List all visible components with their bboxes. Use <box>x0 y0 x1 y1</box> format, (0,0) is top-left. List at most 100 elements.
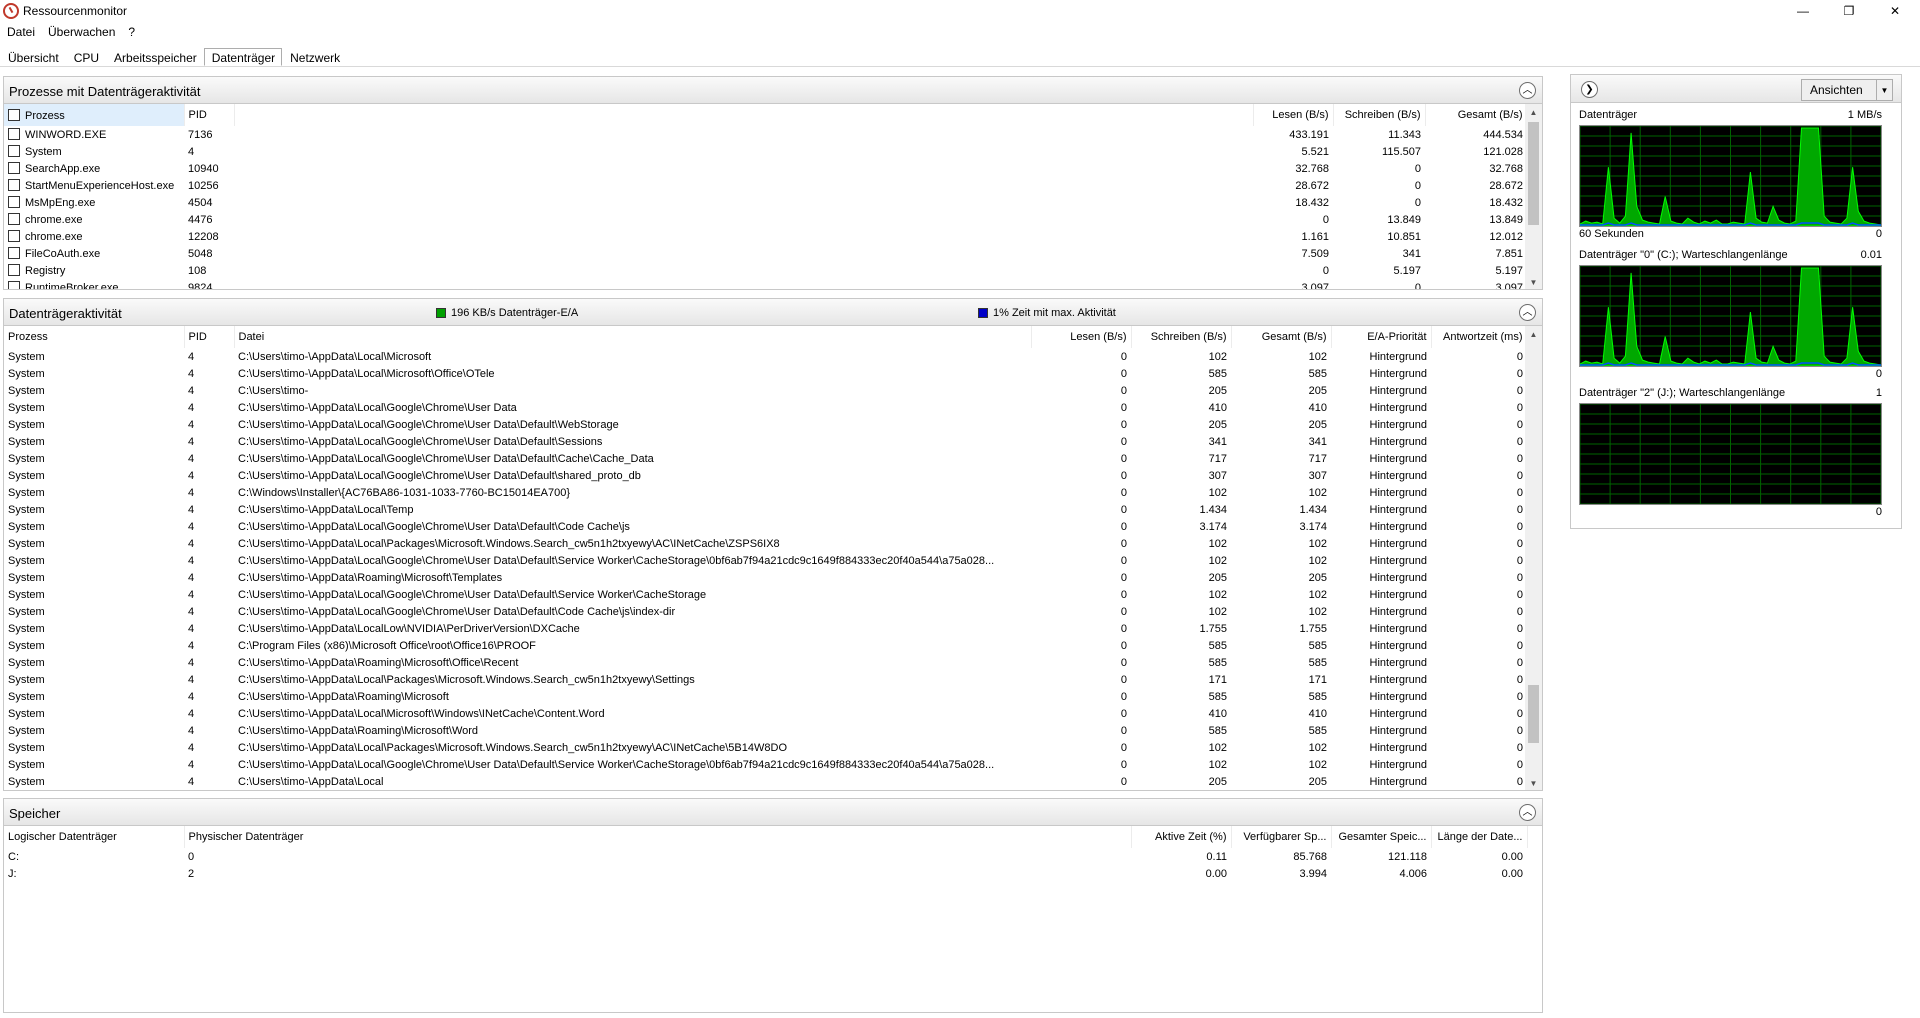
menu-datei[interactable]: Datei <box>0 23 41 41</box>
col-schreiben[interactable]: Schreiben (B/s) <box>1131 326 1232 348</box>
table-row[interactable]: System 4 C:\Users\timo-\AppData\Local\Micr… <box>4 705 1527 722</box>
table-row[interactable]: C: 0 0.11 85.768 121.118 0.00 <box>4 848 1527 865</box>
table-row[interactable]: WINWORD.EXE 7136 433.191 11.343 444.534 <box>4 126 1527 143</box>
table-row[interactable]: System 4 C:\Users\timo-\AppData\Roaming\Mi… <box>4 569 1527 586</box>
table-row[interactable]: System 4 C:\Users\timo-\AppData\Local\Goog… <box>4 552 1527 569</box>
scroll-up-icon[interactable]: ▲ <box>1525 104 1542 121</box>
process-checkbox[interactable] <box>8 281 20 289</box>
process-checkbox[interactable] <box>8 145 20 157</box>
cell: 4 <box>188 571 195 584</box>
table-row[interactable]: System 4 C:\Users\timo-\AppData\Local\Goog… <box>4 586 1527 603</box>
activity-header[interactable]: Datenträgeraktivität 196 KB/s Datenträge… <box>4 299 1542 326</box>
process-checkbox[interactable] <box>8 162 20 174</box>
table-row[interactable]: System 4 C:\Users\timo-\AppData\Local\Goog… <box>4 467 1527 484</box>
col-prozess[interactable]: Prozess <box>4 326 185 348</box>
col-laenge-warteschlange[interactable]: Länge der Date... <box>1431 826 1528 848</box>
minimize-button[interactable]: — <box>1780 0 1826 22</box>
chevron-right-icon[interactable]: ❯ <box>1581 81 1598 98</box>
table-row[interactable]: System 4 C:\Users\timo-\AppData\Local 0 205 2… <box>4 773 1527 790</box>
table-row[interactable]: System 4 C:\Users\timo-\AppData\Local\Micr… <box>4 348 1527 365</box>
scroll-thumb[interactable] <box>1528 122 1539 225</box>
collapse-storage-button[interactable]: ︿ <box>1519 804 1536 821</box>
cell: C:\Users\timo-\AppData\Local\Microsoft\W… <box>238 707 605 720</box>
table-row[interactable]: System 4 C:\Users\timo-\AppData\Local\Goog… <box>4 756 1527 773</box>
table-row[interactable]: System 4 C:\Users\timo-\AppData\Local\Goog… <box>4 433 1527 450</box>
table-row[interactable]: RuntimeBroker.exe 9824 3.097 0 3.097 <box>4 279 1527 289</box>
cell: 102 <box>1208 537 1227 550</box>
process-checkbox[interactable] <box>8 230 20 242</box>
col-physischer-datentraeger[interactable]: Physischer Datenträger <box>184 826 1132 848</box>
table-row[interactable]: chrome.exe 4476 0 13.849 13.849 <box>4 211 1527 228</box>
col-ea-prioritaet[interactable]: E/A-Priorität <box>1331 326 1432 348</box>
menu-ueberwachen[interactable]: Überwachen <box>41 23 121 41</box>
col-datei[interactable]: Datei <box>234 326 1032 348</box>
col-gesamt[interactable]: Gesamt (B/s) <box>1231 326 1332 348</box>
table-row[interactable]: System 4 C:\Users\timo-\AppData\Roaming\Mi… <box>4 722 1527 739</box>
process-checkbox[interactable] <box>8 247 20 259</box>
col-lesen[interactable]: Lesen (B/s) <box>1031 326 1132 348</box>
table-row[interactable]: chrome.exe 12208 1.161 10.851 12.012 <box>4 228 1527 245</box>
col-verfuegbarer-speicher[interactable]: Verfügbarer Sp... <box>1231 826 1332 848</box>
select-all-checkbox[interactable] <box>8 108 20 121</box>
table-row[interactable]: System 4 C:\Windows\Installer\{AC76BA86-10… <box>4 484 1527 501</box>
process-checkbox[interactable] <box>8 213 20 225</box>
tab-cpu[interactable]: CPU <box>66 48 106 66</box>
activity-scrollbar[interactable]: ▲ ▼ <box>1525 326 1542 790</box>
col-gesamt[interactable]: Gesamt (B/s) <box>1425 104 1528 126</box>
table-row[interactable]: System 4 C:\Users\timo-\AppData\Local\Temp… <box>4 501 1527 518</box>
collapse-activity-button[interactable]: ︿ <box>1519 304 1536 321</box>
table-row[interactable]: System 4 5.521 115.507 121.028 <box>4 143 1527 160</box>
scroll-down-icon[interactable]: ▼ <box>1525 775 1542 790</box>
tab-arbeitsspeicher[interactable]: Arbeitsspeicher <box>106 48 204 66</box>
storage-header[interactable]: Speicher ︿ <box>4 799 1542 826</box>
cell: 410 <box>1308 707 1327 720</box>
collapse-processes-button[interactable]: ︿ <box>1519 82 1536 99</box>
table-row[interactable]: System 4 C:\Users\timo-\AppData\Local\Goog… <box>4 399 1527 416</box>
processes-scrollbar[interactable]: ▲ ▼ <box>1525 104 1542 289</box>
col-prozess[interactable]: Prozess <box>4 104 185 126</box>
table-row[interactable]: SearchApp.exe 10940 32.768 0 32.768 <box>4 160 1527 177</box>
views-dropdown[interactable]: Ansichten ▼ <box>1801 79 1893 101</box>
process-checkbox[interactable] <box>8 196 20 208</box>
col-lesen[interactable]: Lesen (B/s) <box>1253 104 1334 126</box>
close-button[interactable]: ✕ <box>1872 0 1918 22</box>
col-pid[interactable]: PID <box>184 104 235 126</box>
table-row[interactable]: StartMenuExperienceHost.exe 10256 28.672 0 2… <box>4 177 1527 194</box>
process-checkbox[interactable] <box>8 264 20 276</box>
table-row[interactable]: System 4 C:\Users\timo- 0 205 205 Hintergrund 0 <box>4 382 1527 399</box>
tab-netzwerk[interactable]: Netzwerk <box>282 48 347 66</box>
table-row[interactable]: System 4 C:\Users\timo-\AppData\Local\Goog… <box>4 416 1527 433</box>
scroll-up-icon[interactable]: ▲ <box>1525 326 1542 343</box>
col-gesamter-speicher[interactable]: Gesamter Speic... <box>1331 826 1432 848</box>
chevron-down-icon[interactable]: ▼ <box>1876 80 1892 100</box>
table-row[interactable]: J: 2 0.00 3.994 4.006 0.00 <box>4 865 1527 882</box>
table-row[interactable]: System 4 C:\Users\timo-\AppData\Local\Goog… <box>4 518 1527 535</box>
scroll-down-icon[interactable]: ▼ <box>1525 274 1542 289</box>
table-row[interactable]: System 4 C:\Users\timo-\AppData\Local\Micr… <box>4 365 1527 382</box>
table-row[interactable]: Registry 108 0 5.197 5.197 <box>4 262 1527 279</box>
tab-uebersicht[interactable]: Übersicht <box>0 48 66 66</box>
table-row[interactable]: System 4 C:\Users\timo-\AppData\Local\Goog… <box>4 450 1527 467</box>
table-row[interactable]: System 4 C:\Users\timo-\AppData\Local\Pack… <box>4 535 1527 552</box>
process-checkbox[interactable] <box>8 179 20 191</box>
scroll-thumb[interactable] <box>1528 685 1539 743</box>
table-row[interactable]: System 4 C:\Users\timo-\AppData\Roaming\Mi… <box>4 654 1527 671</box>
processes-header[interactable]: Prozesse mit Datenträgeraktivität ︿ <box>4 77 1542 104</box>
maximize-button[interactable]: ❐ <box>1826 0 1872 22</box>
tab-datentraeger[interactable]: Datenträger <box>203 48 283 66</box>
table-row[interactable]: FileCoAuth.exe 5048 7.509 341 7.851 <box>4 245 1527 262</box>
table-row[interactable]: System 4 C:\Users\timo-\AppData\Local\Pack… <box>4 739 1527 756</box>
table-row[interactable]: System 4 C:\Users\timo-\AppData\Local\Goog… <box>4 603 1527 620</box>
col-antwortzeit[interactable]: Antwortzeit (ms) <box>1431 326 1528 348</box>
table-row[interactable]: System 4 C:\Users\timo-\AppData\LocalLow\N… <box>4 620 1527 637</box>
table-row[interactable]: System 4 C:\Program Files (x86)\Microsoft … <box>4 637 1527 654</box>
process-checkbox[interactable] <box>8 128 20 140</box>
col-logischer-datentraeger[interactable]: Logischer Datenträger <box>4 826 185 848</box>
menu-help[interactable]: ? <box>121 23 141 41</box>
col-aktive-zeit[interactable]: Aktive Zeit (%) <box>1131 826 1232 848</box>
table-row[interactable]: System 4 C:\Users\timo-\AppData\Local\Pack… <box>4 671 1527 688</box>
table-row[interactable]: MsMpEng.exe 4504 18.432 0 18.432 <box>4 194 1527 211</box>
col-schreiben[interactable]: Schreiben (B/s) <box>1333 104 1426 126</box>
table-row[interactable]: System 4 C:\Users\timo-\AppData\Roaming\Mi… <box>4 688 1527 705</box>
col-pid[interactable]: PID <box>184 326 235 348</box>
